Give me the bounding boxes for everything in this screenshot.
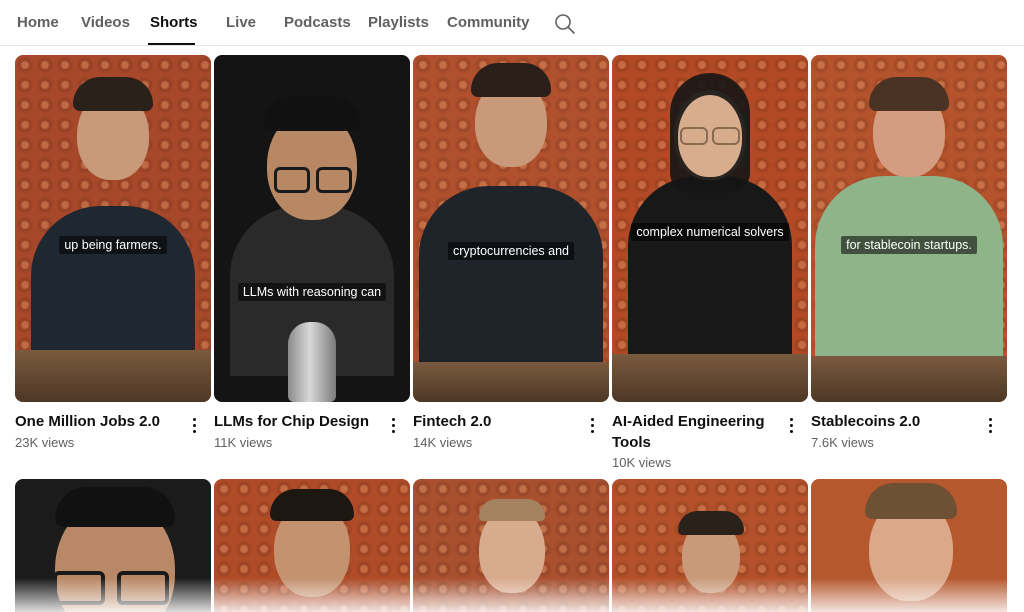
view-count: 23K views [15,435,75,450]
tab-playlists[interactable]: Playlists [368,14,429,31]
microphone [288,322,336,402]
short-title[interactable]: AI-Aided Engineering Tools [612,411,778,453]
glasses [274,167,354,193]
video-caption: for stablecoin startups. [811,236,1007,254]
tab-community[interactable]: Community [447,14,530,31]
tab-home[interactable]: Home [17,14,59,31]
short-thumbnail[interactable]: up being farmers. [15,55,211,402]
view-count: 10K views [612,455,672,470]
view-count: 11K views [214,435,273,450]
more-vert-icon[interactable] [386,415,400,435]
short-title[interactable]: Fintech 2.0 [413,411,579,432]
short-thumbnail[interactable]: for stablecoin startups. [811,55,1007,402]
short-card[interactable]: LLMs with reasoning can LLMs for Chip De… [214,55,410,450]
tab-shorts[interactable]: Shorts [150,14,198,31]
video-caption: up being farmers. [15,236,211,254]
video-caption: LLMs with reasoning can [214,283,410,301]
short-card[interactable]: for stablecoin startups. Stablecoins 2.0… [811,55,1007,450]
short-thumbnail[interactable]: complex numerical solvers [612,55,808,402]
short-card[interactable]: up being farmers. One Million Jobs 2.0 2… [15,55,211,450]
video-caption: complex numerical solvers [612,223,808,241]
tab-videos[interactable]: Videos [81,14,130,31]
tab-live[interactable]: Live [226,14,256,31]
more-vert-icon[interactable] [784,415,798,435]
short-card[interactable]: cryptocurrencies and Fintech 2.0 14K vie… [413,55,609,450]
short-title[interactable]: Stablecoins 2.0 [811,411,977,432]
glasses [680,127,740,145]
short-card[interactable]: complex numerical solvers AI-Aided Engin… [612,55,808,470]
channel-tabs: Home Videos Shorts Live Podcasts Playlis… [0,0,1024,46]
more-vert-icon[interactable] [187,415,201,435]
view-count: 7.6K views [811,435,874,450]
more-vert-icon[interactable] [983,415,997,435]
short-title[interactable]: LLMs for Chip Design [214,411,380,432]
search-icon[interactable] [554,13,576,35]
more-vert-icon[interactable] [585,415,599,435]
view-count: 14K views [413,435,473,450]
short-thumbnail[interactable]: cryptocurrencies and [413,55,609,402]
active-tab-indicator [148,43,195,45]
short-thumbnail[interactable]: LLMs with reasoning can [214,55,410,402]
video-caption: cryptocurrencies and [413,242,609,260]
short-title[interactable]: One Million Jobs 2.0 [15,411,181,432]
tab-podcasts[interactable]: Podcasts [284,14,351,31]
